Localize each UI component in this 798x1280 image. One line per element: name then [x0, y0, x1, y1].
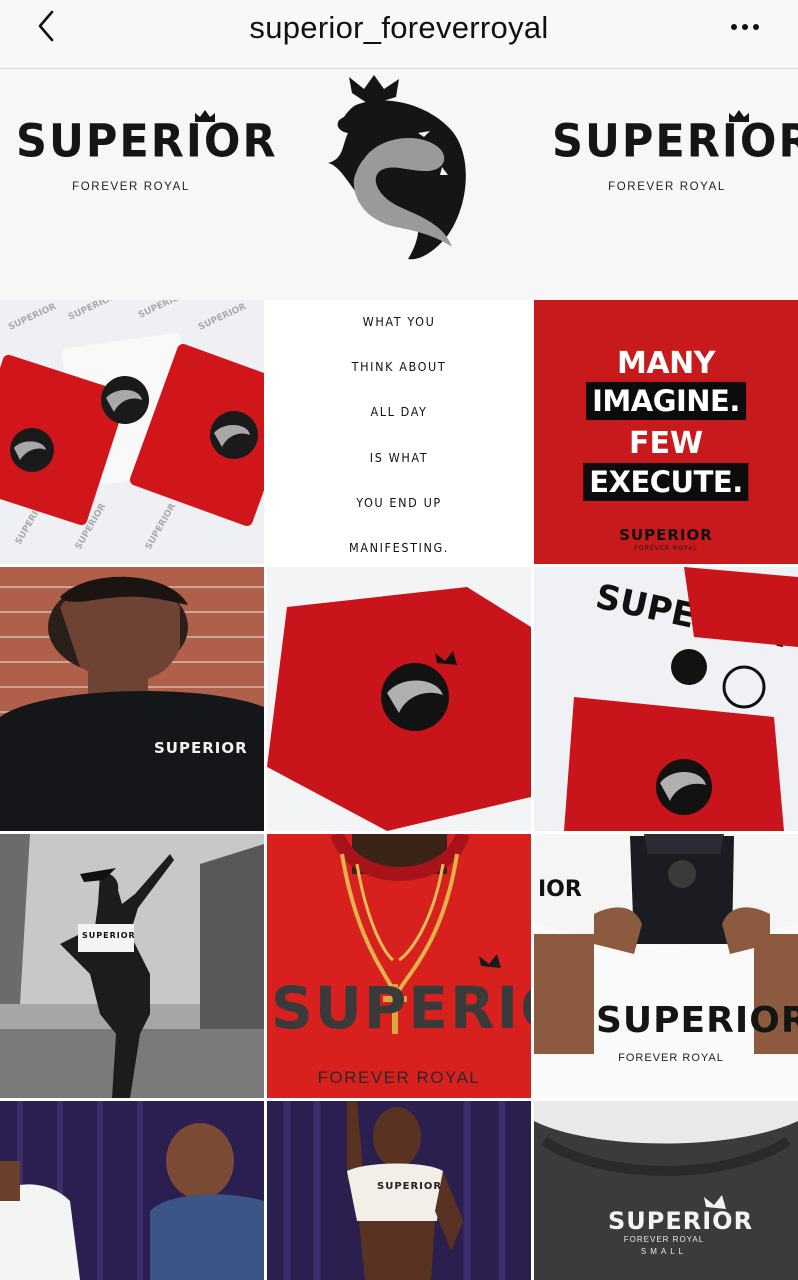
tee-print: SUPERIOR: [271, 974, 531, 1042]
poster-line: EXECUTE.: [583, 463, 749, 501]
post-tees-stickers[interactable]: SUPERIOR: [534, 567, 798, 831]
tee-print: SUPERIOR: [596, 1000, 798, 1041]
post-image: [0, 834, 264, 1098]
post-tees-flatlay[interactable]: SUPERIOR SUPERIOR SUPERIOR SUPERIOR SUPE…: [0, 300, 264, 564]
label-size: SMALL: [640, 1247, 688, 1256]
label-tagline: FOREVER ROYAL: [623, 1235, 705, 1244]
post-poster[interactable]: MANY IMAGINE. FEW EXECUTE. SUPERIOR FORE…: [534, 300, 798, 564]
poster-line: MANY: [617, 346, 715, 381]
quote-line: YOU END UP: [356, 495, 442, 510]
post-image: [0, 1101, 264, 1280]
brand-logotype-left: SUPERIOR FOREVER ROYAL: [16, 110, 276, 193]
post-dancer[interactable]: SUPERIOR: [0, 834, 264, 1098]
brand-name: SUPERIOR: [16, 115, 278, 169]
post-image: SUPERIOR: [534, 567, 798, 831]
post-couple[interactable]: [0, 1101, 264, 1280]
quote-line: WHAT YOU: [362, 314, 436, 329]
quote-line: MANIFESTING.: [349, 540, 449, 555]
profile-header: superior_foreverroyal: [0, 0, 798, 69]
quote-line: IS WHAT: [369, 450, 429, 465]
more-horizontal-icon: [731, 24, 759, 30]
brand-tagline: FOREVER ROYAL: [72, 181, 190, 193]
tee-print: SUPERIOR: [377, 1181, 443, 1192]
tee-print: SUPERIOR: [154, 739, 248, 757]
brand-tagline: FOREVER ROYAL: [608, 181, 726, 193]
brand-name: SUPERIOR: [552, 115, 798, 169]
profile-banner: SUPERIOR FOREVER ROYAL SUPERIOR FOREVER …: [0, 69, 798, 300]
post-image: SUPERIOR SUPERIOR SUPERIOR SUPERIOR SUPE…: [0, 300, 264, 564]
lion-crown-logo: [328, 75, 466, 260]
post-folded-red-tee[interactable]: [267, 567, 531, 831]
quote-line: THINK ABOUT: [351, 359, 447, 374]
post-image: [267, 567, 531, 831]
poster-line: FEW: [628, 426, 704, 461]
svg-text:IOR: IOR: [538, 877, 582, 902]
tee-print: SUPERIOR: [82, 931, 136, 940]
poster-brand: SUPERIOR: [619, 526, 713, 544]
poster-tagline: FOREVER ROYAL: [634, 546, 698, 552]
tee-tagline: FOREVER ROYAL: [317, 1068, 481, 1087]
post-quote[interactable]: WHAT YOU THINK ABOUT ALL DAY IS WHAT YOU…: [267, 300, 531, 564]
post-tee-label[interactable]: SUPERIOR FOREVER ROYAL SMALL: [534, 1101, 798, 1280]
brand-logotype-right: SUPERIOR FOREVER ROYAL: [552, 110, 798, 193]
post-image: [0, 567, 264, 831]
more-options-button[interactable]: [720, 12, 770, 42]
profile-username: superior_foreverroyal: [249, 10, 549, 45]
crown-icon: [729, 110, 749, 122]
post-grid: SUPERIOR SUPERIOR SUPERIOR SUPERIOR SUPE…: [0, 300, 798, 1280]
quote-line: ALL DAY: [370, 404, 428, 419]
crown-icon: [195, 110, 215, 122]
post-red-tee-chains[interactable]: SUPERIOR FOREVER ROYAL: [267, 834, 531, 1098]
post-woman-crop-top[interactable]: SUPERIOR: [267, 1101, 531, 1280]
post-man-back[interactable]: SUPERIOR: [0, 567, 264, 831]
post-image: [267, 834, 531, 1098]
tee-tagline: FOREVER ROYAL: [618, 1052, 724, 1064]
poster-line: IMAGINE.: [586, 382, 746, 420]
post-white-tee-cap[interactable]: IOR SUPERIOR FOREVER ROYAL: [534, 834, 798, 1098]
label-brand: SUPERIOR: [608, 1207, 754, 1235]
